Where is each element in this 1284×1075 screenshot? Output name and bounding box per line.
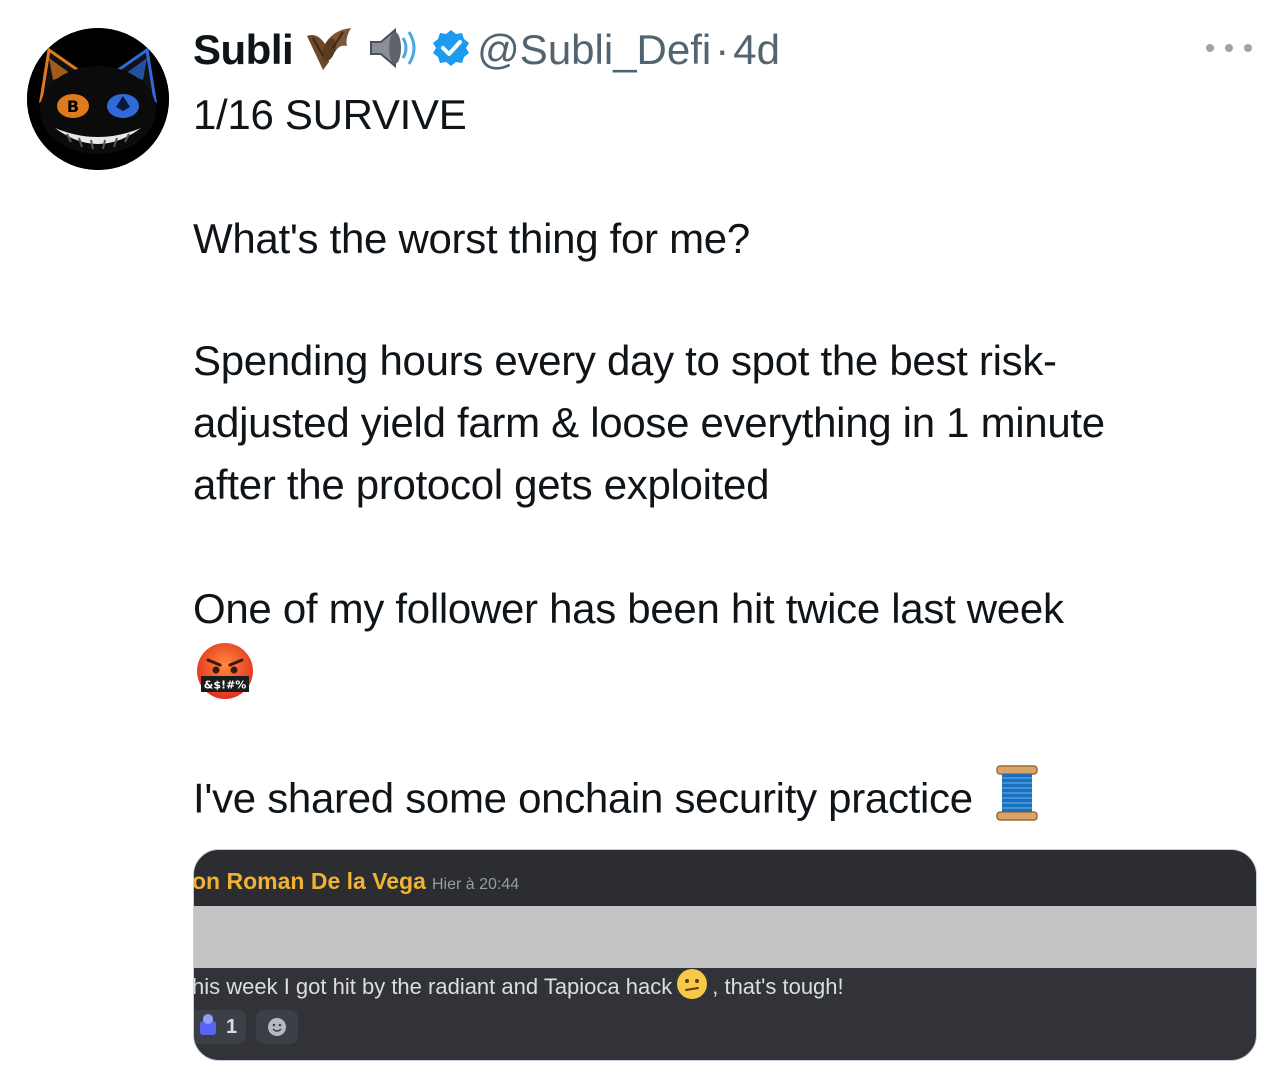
confused-face-emoji-icon [676,968,708,1006]
tweet-text-content: I've shared some onchain security practi… [193,774,973,822]
tweet-text-line: One of my follower has been hit twice la… [193,585,1064,632]
thread-spool-emoji-icon [995,764,1039,839]
more-options-icon[interactable] [1206,38,1252,58]
reaction-pill[interactable]: 1 [194,1010,246,1044]
tweet-text-line: What's the worst thing for me? [193,215,750,262]
message-text: his week I got hit by the radiant and Ta… [193,968,844,1006]
add-reaction-button[interactable] [256,1010,298,1044]
user-handle[interactable]: @Subli_Defi [477,26,711,74]
message-header: on Roman De la Vega Hier à 20:44 [194,850,1256,906]
svg-text:B: B [67,97,79,116]
smiley-icon [268,1018,286,1036]
attached-image[interactable]: on Roman De la Vega Hier à 20:44 his wee… [193,849,1257,1061]
tweet-text-line: Spending hours every day to spot the bes… [193,337,1057,384]
tweet-header: Subli @Subli_Defi · 4d [193,22,780,78]
display-name[interactable]: Subli [193,26,294,74]
tweet-text-line: 1/16 SURVIVE [193,91,467,138]
bat-emoji-icon [303,22,355,79]
redacted-area [194,906,1256,968]
censored-symbols: &$!#% [204,679,247,692]
separator-dot: · [715,26,730,73]
tweet-text-line: I've shared some onchain security practi… [193,764,1039,839]
reaction-count: 1 [226,1015,238,1038]
reaction-emoji-icon [198,1013,220,1042]
message-text-before: his week I got hit by the radiant and Ta… [193,974,673,999]
tweet-timestamp[interactable]: 4d [733,26,780,74]
message-text-after: , that's tough! [712,974,844,999]
verified-badge-icon[interactable] [431,28,471,73]
avatar[interactable]: B [27,28,169,170]
message-author: on Roman De la Vega [193,868,426,894]
speaker-emoji-icon [365,22,423,79]
tweet-text-line: adjusted yield farm & loose everything i… [193,399,1105,446]
cursing-face-emoji-icon: &$!#% [194,640,256,702]
message-timestamp: Hier à 20:44 [432,876,520,893]
tweet-text-line: after the protocol gets exploited [193,461,770,508]
